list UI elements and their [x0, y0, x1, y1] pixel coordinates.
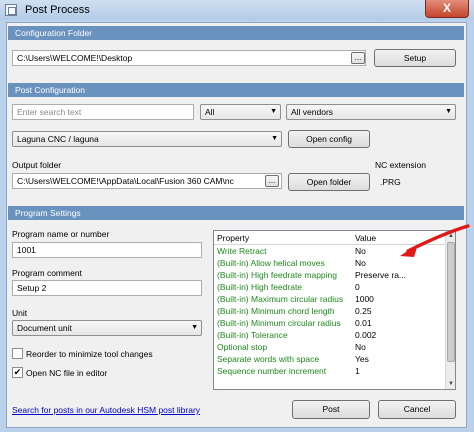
- property-name: (Built-in) Minimum circular radius: [217, 318, 341, 328]
- post-button[interactable]: Post: [292, 400, 370, 419]
- property-row[interactable]: (Built-in) High feedrate 0: [214, 282, 445, 294]
- property-name: (Built-in) Minimum chord length: [217, 306, 335, 316]
- open-config-button[interactable]: Open config: [288, 130, 370, 148]
- property-name: (Built-in) Tolerance: [217, 330, 288, 340]
- property-row[interactable]: (Built-in) High feedrate mapping Preserv…: [214, 270, 445, 282]
- nc-extension-label: NC extension: [375, 160, 427, 170]
- cancel-button[interactable]: Cancel: [378, 400, 456, 419]
- property-name: (Built-in) High feedrate mapping: [217, 270, 338, 280]
- unit-label: Unit: [12, 308, 28, 318]
- post-select-value: Laguna CNC / laguna: [17, 134, 99, 144]
- chevron-down-icon: ▼: [270, 108, 277, 115]
- property-name: Write Retract: [217, 246, 267, 256]
- property-value[interactable]: 0.25: [355, 306, 443, 316]
- chevron-down-icon: ▼: [445, 108, 452, 115]
- section-post-configuration: Post Configuration: [8, 83, 464, 97]
- reorder-checkbox[interactable]: [12, 348, 23, 359]
- property-name: (Built-in) Maximum circular radius: [217, 294, 344, 304]
- property-row[interactable]: Separate words with space Yes: [214, 354, 445, 366]
- property-value[interactable]: 1: [355, 366, 443, 376]
- chevron-down-icon: ▼: [271, 135, 278, 142]
- value-column-header[interactable]: Value: [355, 233, 376, 243]
- property-column-header[interactable]: Property: [217, 233, 249, 243]
- filter-select[interactable]: All ▼: [200, 104, 281, 120]
- property-name: (Built-in) High feedrate: [217, 282, 303, 292]
- output-folder-input[interactable]: C:\Users\WELCOME!\AppData\Local\Fusion 3…: [12, 173, 282, 189]
- property-row[interactable]: (Built-in) Maximum circular radius 1000: [214, 294, 445, 306]
- window-title: Post Process: [25, 4, 90, 16]
- property-name: Sequence number increment: [217, 366, 327, 376]
- chevron-down-icon: ▼: [191, 324, 198, 331]
- property-row[interactable]: (Built-in) Tolerance 0.002: [214, 330, 445, 342]
- property-row[interactable]: Sequence number increment 1: [214, 366, 445, 378]
- property-value[interactable]: Preserve ra...: [355, 270, 443, 280]
- property-value[interactable]: 1000: [355, 294, 443, 304]
- scroll-down-arrow-icon[interactable]: ▼: [446, 379, 455, 389]
- close-button[interactable]: X: [425, 0, 469, 18]
- setup-button[interactable]: Setup: [374, 49, 456, 67]
- property-row[interactable]: (Built-in) Minimum chord length 0.25: [214, 306, 445, 318]
- annotation-arrow-icon: [400, 224, 470, 257]
- post-search-input[interactable]: Enter search text: [12, 104, 194, 120]
- open-folder-button[interactable]: Open folder: [288, 173, 370, 191]
- program-name-input[interactable]: 1001: [12, 242, 202, 258]
- window-icon: [5, 4, 17, 16]
- unit-select-value: Document unit: [17, 323, 72, 333]
- section-program-settings: Program Settings: [8, 206, 464, 220]
- unit-select[interactable]: Document unit ▼: [12, 320, 202, 336]
- filter-select-value: All: [205, 107, 215, 117]
- property-row[interactable]: Optional stop No: [214, 342, 445, 354]
- program-comment-label: Program comment: [12, 268, 82, 278]
- section-configuration-folder: Configuration Folder: [8, 26, 464, 40]
- configuration-folder-input[interactable]: C:\Users\WELCOME!\Desktop: [12, 50, 366, 66]
- property-value[interactable]: No: [355, 342, 443, 352]
- output-folder-label: Output folder: [12, 160, 62, 170]
- output-browse-button[interactable]: ...: [265, 175, 279, 187]
- configuration-browse-button[interactable]: ...: [351, 52, 365, 64]
- property-value[interactable]: 0: [355, 282, 443, 292]
- vendor-select-value: All vendors: [291, 107, 334, 117]
- property-value[interactable]: Yes: [355, 354, 443, 364]
- property-name: Optional stop: [217, 342, 268, 352]
- nc-extension-value: .PRG: [380, 177, 401, 187]
- program-comment-input[interactable]: Setup 2: [12, 280, 202, 296]
- reorder-label: Reorder to minimize tool changes: [26, 349, 153, 359]
- property-row[interactable]: (Built-in) Minimum circular radius 0.01: [214, 318, 445, 330]
- search-post-library-link[interactable]: Search for posts in our Autodesk HSM pos…: [12, 405, 200, 415]
- post-select[interactable]: Laguna CNC / laguna ▼: [12, 131, 282, 147]
- open-nc-label: Open NC file in editor: [26, 368, 108, 378]
- open-nc-checkbox[interactable]: ✔: [12, 367, 23, 378]
- property-value[interactable]: 0.002: [355, 330, 443, 340]
- property-name: Separate words with space: [217, 354, 320, 364]
- vendor-select[interactable]: All vendors ▼: [286, 104, 456, 120]
- program-name-label: Program name or number: [12, 229, 110, 239]
- property-name: (Built-in) Allow helical moves: [217, 258, 325, 268]
- property-value[interactable]: 0.01: [355, 318, 443, 328]
